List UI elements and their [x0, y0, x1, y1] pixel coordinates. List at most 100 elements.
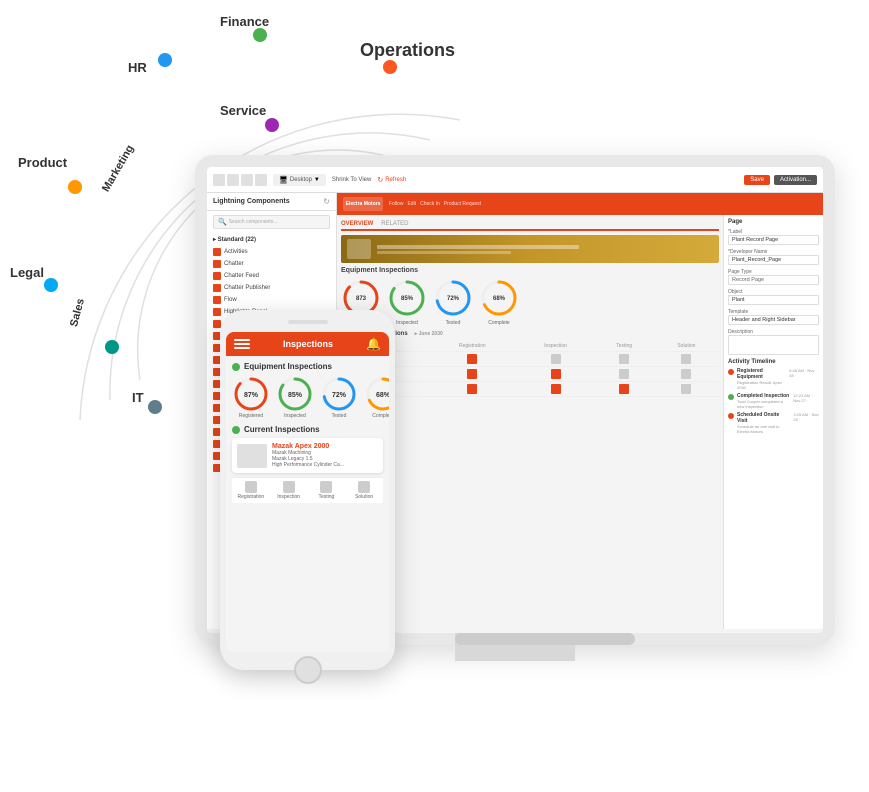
description-value[interactable] — [728, 335, 819, 355]
current-inspections-header: Current Inspections ▸ June 2030 — [341, 330, 719, 337]
phone-speaker — [288, 320, 328, 324]
sidebar-title: Lightning Components — [213, 198, 290, 205]
phone-screen: Inspections 🔔 Equipment Inspections 87%R… — [226, 332, 389, 652]
phone-section2-title: Current Inspections — [232, 425, 383, 434]
svg-text:85%: 85% — [288, 392, 303, 399]
page-content: OVERVIEW RELATED Eq — [337, 215, 823, 629]
phone-tab[interactable]: Testing — [308, 481, 346, 500]
inspections-table: Name Registration Inspection Testing Sol… — [341, 341, 719, 397]
th-inspection: Inspection — [517, 341, 595, 352]
td-insp — [517, 382, 595, 397]
sidebar-item[interactable]: Chatter Publisher — [207, 282, 336, 294]
td-test — [595, 367, 654, 382]
phone-bell-icon[interactable]: 🔔 — [366, 337, 381, 351]
nav-checkin[interactable]: Check In — [420, 201, 440, 207]
th-solution: Solution — [654, 341, 719, 352]
object-value[interactable]: Plant — [728, 295, 819, 305]
donut-label: Inspected — [396, 320, 418, 326]
nav-follow[interactable]: Follow — [389, 201, 403, 207]
chevron-down-icon: ▼ — [314, 177, 320, 183]
save-button[interactable]: Save — [744, 175, 770, 185]
template-value[interactable]: Header and Right Sidebar — [728, 315, 819, 325]
desktop-icon: 🖥 — [279, 176, 288, 184]
svg-text:87%: 87% — [244, 392, 259, 399]
devname-value[interactable]: Plant_Record_Page — [728, 255, 819, 265]
label-product: Product — [18, 155, 67, 170]
refresh-btn[interactable]: ↻ Refresh — [377, 176, 406, 184]
field-object: Object Plant — [728, 289, 819, 305]
dot-sales — [105, 340, 119, 354]
nav-edit[interactable]: Edit — [407, 201, 416, 207]
td-sol — [654, 367, 719, 382]
phone-tab[interactable]: Solution — [345, 481, 383, 500]
sidebar-item-icon — [213, 296, 221, 304]
sidebar-item[interactable]: Flow — [207, 294, 336, 306]
phone-tab-label: Testing — [318, 494, 334, 500]
donut-chart: 68%Complete — [479, 278, 519, 326]
phone-tab[interactable]: Inspection — [270, 481, 308, 500]
table-header-row: Name Registration Inspection Testing Sol… — [341, 341, 719, 352]
phone-card-sub3: High Performance Cylinder Ca... — [272, 462, 344, 468]
sidebar-section-label: ▸ Standard (22) — [207, 233, 336, 246]
sidebar-item-label: Activities — [224, 249, 248, 255]
phone: Inspections 🔔 Equipment Inspections 87%R… — [220, 310, 395, 670]
phone-container: Inspections 🔔 Equipment Inspections 87%R… — [220, 310, 395, 690]
sidebar-search[interactable]: 🔍 Search components... — [213, 215, 330, 229]
field-template: Template Header and Right Sidebar — [728, 309, 819, 325]
donut-label: Complete — [372, 413, 389, 419]
activation-button[interactable]: Activation... — [774, 175, 817, 185]
sidebar-item-icon — [213, 260, 221, 268]
phone-tab-icon — [358, 481, 370, 493]
sidebar-item[interactable]: Chatter Feed — [207, 270, 336, 282]
phone-card[interactable]: Mazak Apex 2000 Mazak Machining Mazak Le… — [232, 438, 383, 473]
undo-btn[interactable] — [213, 174, 267, 186]
phone-tab-icon — [283, 481, 295, 493]
th-registration: Registration — [428, 341, 517, 352]
svg-text:68%: 68% — [376, 392, 389, 399]
phone-menu-icon[interactable] — [234, 339, 250, 349]
company-header — [341, 235, 719, 263]
app-nav-items: Follow Edit Check In Product Request — [389, 201, 481, 207]
donut-chart: 87%Registered — [232, 375, 270, 419]
svg-text:873: 873 — [356, 296, 367, 302]
desktop-selector[interactable]: 🖥 Desktop ▼ — [273, 174, 326, 186]
td-test — [595, 352, 654, 367]
donut-chart: 68% Complete — [364, 375, 389, 419]
phone-tab[interactable]: Registration — [232, 481, 270, 500]
label-hr: HR — [128, 60, 147, 75]
sidebar-item[interactable]: Activities — [207, 246, 336, 258]
topbar-actions: Save Activation... — [744, 175, 817, 185]
pagetype-value: Record Page — [728, 275, 819, 285]
donut-label: Tested — [446, 320, 461, 326]
dot-legal — [44, 278, 58, 292]
donut-chart: 85%Inspected — [276, 375, 314, 419]
app-bar: Electra Motors Follow Edit Check In Prod… — [337, 193, 823, 215]
svg-text:85%: 85% — [401, 296, 414, 302]
sidebar-item[interactable]: Chatter — [207, 258, 336, 270]
phone-tab-label: Registration — [238, 494, 265, 500]
dot-finance — [253, 28, 267, 42]
table-row: Mori Se... — [341, 382, 719, 397]
phone-tabs: Registration Inspection Testing Solution — [232, 477, 383, 503]
tab-overview[interactable]: OVERVIEW — [341, 219, 373, 231]
donut-chart: 72%Tested — [320, 375, 358, 419]
nav-product-request[interactable]: Product Request — [444, 201, 481, 207]
monitor-topbar: 🖥 Desktop ▼ Shrink To View ↻ Refresh Sav… — [207, 167, 823, 193]
label-it: IT — [132, 390, 144, 405]
shrink-label: Shrink To View — [332, 177, 371, 183]
label-service: Service — [220, 103, 266, 118]
sidebar-item-label: Flow — [224, 297, 237, 303]
field-devname: *Developer Name Plant_Record_Page — [728, 249, 819, 265]
tab-related[interactable]: RELATED — [381, 219, 408, 229]
table-row: Haas Sup... — [341, 367, 719, 382]
date-range: ▸ June 2030 — [415, 331, 443, 337]
label-value[interactable]: Plant Record Page — [728, 235, 819, 245]
phone-title: Inspections — [283, 339, 333, 349]
right-panel: Page *Label Plant Record Page *Developer… — [723, 215, 823, 629]
td-insp — [517, 352, 595, 367]
svg-text:68%: 68% — [493, 296, 506, 302]
td-reg — [428, 382, 517, 397]
timeline-item-1: Registered Equipment Registration Result… — [728, 368, 819, 390]
dot-operations — [383, 60, 397, 74]
phone-home-button[interactable] — [294, 656, 322, 684]
